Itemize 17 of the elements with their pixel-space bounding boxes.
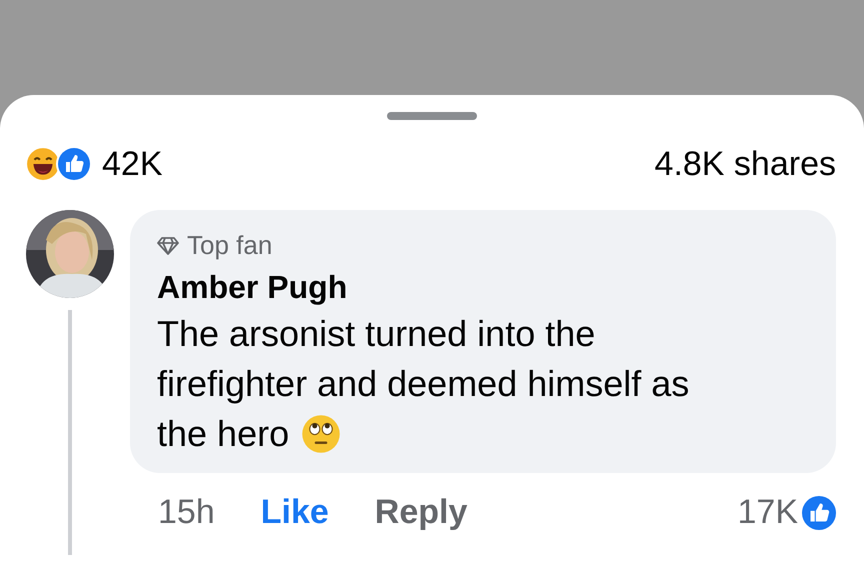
like-count[interactable]: 17K <box>738 487 798 538</box>
badge-label: Top fan <box>187 229 272 262</box>
eye-roll-emoji-icon <box>301 414 342 454</box>
like-icon <box>58 148 90 180</box>
like-button[interactable]: Like <box>260 487 329 538</box>
diamond-icon <box>157 236 179 254</box>
comment-text-line: firefighter and deemed himself as <box>157 362 690 406</box>
laughing-emoji-icon <box>26 147 60 181</box>
comment-time: 15h <box>158 492 215 533</box>
reaction-count[interactable]: 42K <box>102 138 162 190</box>
drag-handle[interactable] <box>387 112 477 120</box>
author-name[interactable]: Amber Pugh <box>157 265 816 309</box>
comment-text-line: The arsonist turned into the <box>157 312 596 356</box>
comment-text-line: the hero <box>157 412 290 456</box>
reply-button[interactable]: Reply <box>374 487 468 538</box>
shares-count[interactable]: 4.8K shares <box>654 138 836 190</box>
like-icon <box>802 496 836 530</box>
